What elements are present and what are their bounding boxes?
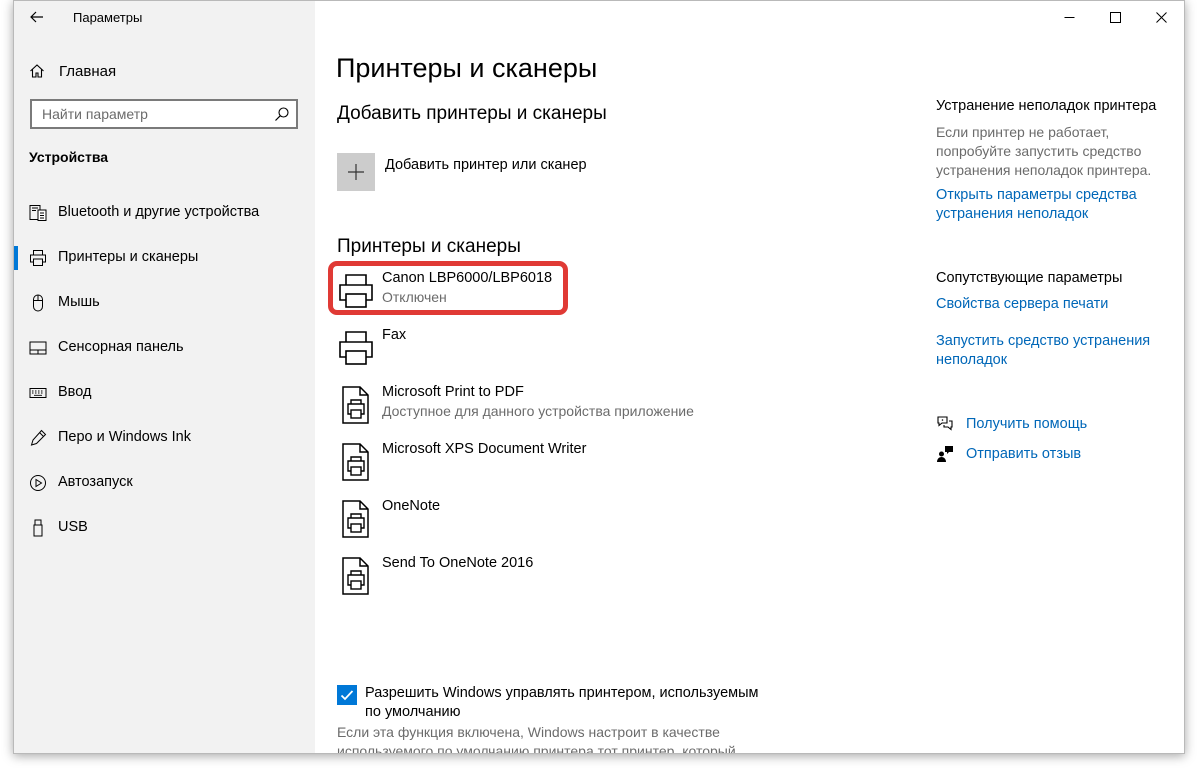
app-title: Параметры bbox=[73, 10, 143, 25]
troubleshoot-link[interactable]: Открыть параметры средства устранения не… bbox=[936, 186, 1161, 224]
autoplay-icon bbox=[30, 475, 46, 491]
get-help-label: Получить помощь bbox=[966, 416, 1088, 432]
printer-status: Доступное для данного устройства приложе… bbox=[382, 403, 694, 419]
search-input[interactable] bbox=[32, 101, 262, 127]
add-section-title: Добавить принтеры и сканеры bbox=[337, 103, 607, 124]
keyboard-icon bbox=[29, 388, 47, 398]
troubleshoot-text: Если принтер не работает, попробуйте зап… bbox=[936, 124, 1152, 178]
main-content: Принтеры и сканеры Добавить принтеры и с… bbox=[315, 1, 1184, 753]
document-printer-icon bbox=[342, 557, 369, 595]
minimize-button[interactable] bbox=[1046, 1, 1092, 33]
plus-icon bbox=[348, 164, 364, 180]
window-controls bbox=[1046, 1, 1184, 33]
feedback-icon bbox=[937, 446, 953, 462]
sidebar-item-touchpad[interactable]: Сенсорная панель bbox=[14, 328, 315, 368]
printer-icon bbox=[30, 250, 46, 266]
printer-item-onenote[interactable]: OneNote bbox=[337, 495, 757, 543]
run-troubleshooter-link[interactable]: Запустить средство устранения неполадок bbox=[936, 332, 1161, 370]
document-printer-icon bbox=[342, 443, 369, 481]
printer-name: Canon LBP6000/LBP6018 bbox=[382, 270, 553, 286]
sidebar-item-printers[interactable]: Принтеры и сканеры bbox=[14, 238, 315, 278]
sidebar-item-label: Принтеры и сканеры bbox=[58, 249, 199, 265]
page-title: Принтеры и сканеры bbox=[336, 53, 598, 83]
send-feedback-label: Отправить отзыв bbox=[966, 446, 1082, 462]
sidebar-item-home[interactable]: Главная bbox=[14, 55, 315, 87]
search-icon[interactable] bbox=[274, 106, 290, 122]
mouse-icon bbox=[33, 294, 43, 312]
home-icon bbox=[30, 64, 44, 78]
checkmark-icon bbox=[340, 690, 354, 701]
printer-item-fax[interactable]: Fax bbox=[337, 324, 757, 372]
close-icon bbox=[1155, 11, 1167, 23]
printer-item-canon[interactable]: Canon LBP6000/LBP6018 Отключен bbox=[337, 267, 757, 315]
troubleshoot-heading: Устранение неполадок принтера bbox=[936, 98, 1157, 114]
back-arrow-icon bbox=[30, 11, 43, 23]
printer-item-print-to-pdf[interactable]: Microsoft Print to PDF Доступное для дан… bbox=[337, 381, 757, 429]
touchpad-icon bbox=[29, 341, 47, 355]
related-settings-heading: Сопутствующие параметры bbox=[936, 270, 1123, 286]
sidebar-item-label: Bluetooth и другие устройства bbox=[58, 204, 260, 220]
print-server-link[interactable]: Свойства сервера печати bbox=[936, 295, 1161, 314]
printer-name: Fax bbox=[382, 327, 407, 343]
printer-item-xps-writer[interactable]: Microsoft XPS Document Writer bbox=[337, 438, 757, 486]
bluetooth-devices-icon bbox=[29, 205, 47, 221]
sidebar-item-label: Автозапуск bbox=[58, 474, 133, 490]
pen-icon bbox=[30, 429, 47, 446]
sidebar-item-typing[interactable]: Ввод bbox=[14, 373, 315, 413]
sidebar-item-label: Сенсорная панель bbox=[58, 339, 184, 355]
document-printer-icon bbox=[342, 386, 369, 424]
sidebar-section-heading: Устройства bbox=[29, 149, 109, 165]
minimize-icon bbox=[1064, 16, 1074, 18]
settings-window: Параметры Главная Устройства Bluetooth и… bbox=[13, 0, 1185, 754]
printer-icon bbox=[339, 331, 373, 365]
printer-name: OneNote bbox=[382, 498, 441, 514]
usb-icon bbox=[33, 519, 43, 537]
sidebar: Параметры Главная Устройства Bluetooth и… bbox=[14, 1, 315, 753]
sidebar-item-autoplay[interactable]: Автозапуск bbox=[14, 463, 315, 503]
sidebar-item-label: USB bbox=[58, 519, 88, 535]
send-feedback-link[interactable]: Отправить отзыв bbox=[936, 445, 1136, 467]
sidebar-item-bluetooth[interactable]: Bluetooth и другие устройства bbox=[14, 193, 315, 233]
document-printer-icon bbox=[342, 500, 369, 538]
maximize-button[interactable] bbox=[1092, 1, 1138, 33]
checkbox-description: Если эта функция включена, Windows настр… bbox=[337, 724, 736, 754]
sidebar-item-label: Главная bbox=[59, 63, 117, 80]
checkbox-label: Разрешить Windows управлять принтером, и… bbox=[365, 685, 759, 720]
close-button[interactable] bbox=[1138, 1, 1184, 33]
printer-name: Send To OneNote 2016 bbox=[382, 555, 534, 571]
get-help-link[interactable]: Получить помощь bbox=[936, 415, 1136, 437]
sidebar-item-pen[interactable]: Перо и Windows Ink bbox=[14, 418, 315, 458]
search-box bbox=[30, 99, 298, 129]
add-tile bbox=[337, 153, 375, 191]
printer-status: Отключен bbox=[382, 289, 447, 305]
printer-icon bbox=[339, 274, 373, 308]
printer-name: Microsoft XPS Document Writer bbox=[382, 441, 587, 457]
default-printer-checkbox[interactable] bbox=[337, 685, 357, 705]
sidebar-item-label: Перо и Windows Ink bbox=[58, 429, 191, 445]
sidebar-item-label: Мышь bbox=[58, 294, 100, 310]
sidebar-item-usb[interactable]: USB bbox=[14, 508, 315, 548]
add-printer-label: Добавить принтер или сканер bbox=[385, 157, 587, 173]
back-button[interactable] bbox=[26, 6, 48, 28]
printer-item-send-to-onenote[interactable]: Send To OneNote 2016 bbox=[337, 552, 757, 600]
printer-name: Microsoft Print to PDF bbox=[382, 384, 524, 400]
titlebar-left: Параметры bbox=[14, 1, 315, 33]
maximize-icon bbox=[1109, 11, 1121, 23]
sidebar-item-mouse[interactable]: Мышь bbox=[14, 283, 315, 323]
printer-list-title: Принтеры и сканеры bbox=[337, 236, 521, 257]
help-chat-icon bbox=[937, 416, 953, 431]
sidebar-item-label: Ввод bbox=[58, 384, 92, 400]
